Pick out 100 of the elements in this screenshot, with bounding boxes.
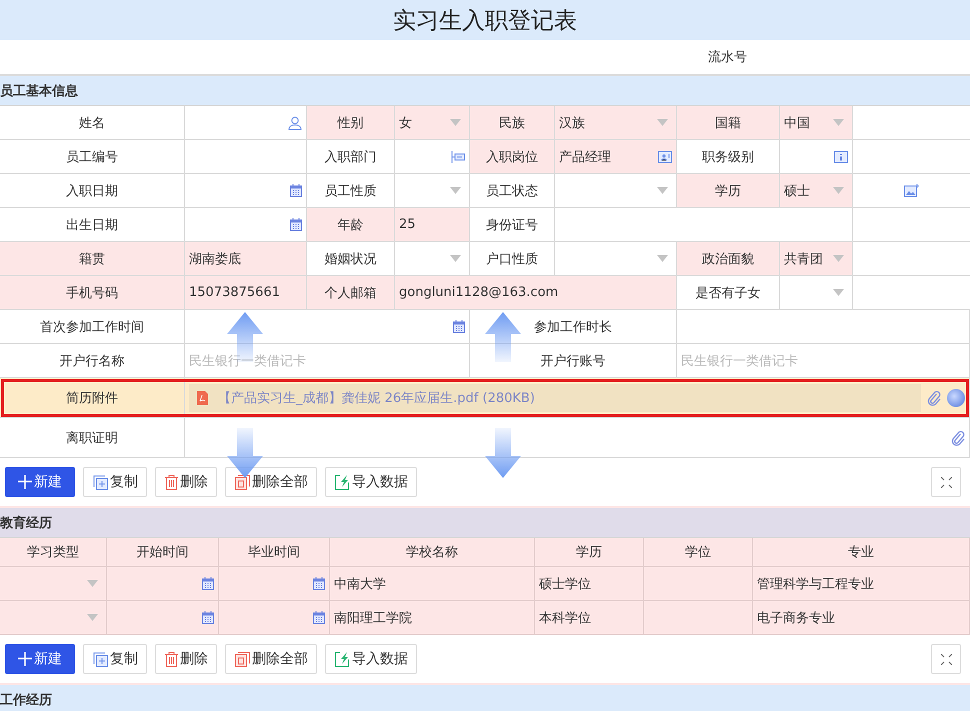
paperclip-icon[interactable]	[927, 390, 941, 406]
plus-icon	[18, 475, 32, 489]
dropdown-arrow-icon	[833, 255, 844, 262]
delete-button[interactable]: 删除	[155, 467, 217, 497]
calendar-icon	[202, 577, 214, 590]
dropdown-field[interactable]: 中国	[780, 106, 853, 140]
column-header: 毕业时间	[219, 538, 330, 567]
dropdown-arrow-icon	[833, 119, 844, 126]
input-field[interactable]: 管理科学与工程专业	[753, 567, 970, 601]
date-field[interactable]	[107, 567, 219, 601]
dropdown-arrow-icon	[450, 187, 461, 194]
pdf-icon	[197, 390, 208, 404]
form-title: 实习生入职登记表	[393, 6, 577, 36]
delete-button[interactable]: 删除	[155, 644, 217, 674]
dropdown-field[interactable]: 女	[395, 106, 470, 140]
date-field[interactable]	[107, 601, 219, 635]
trash-icon	[165, 474, 178, 490]
input-field[interactable]: 南阳理工学院	[330, 601, 535, 635]
field-label: 个人邮箱	[307, 276, 395, 310]
import-icon	[335, 652, 350, 666]
column-header: 开始时间	[107, 538, 219, 567]
input-field[interactable]	[677, 310, 970, 344]
input-field[interactable]	[185, 140, 307, 174]
dropdown-arrow-icon	[87, 580, 98, 587]
delete-all-button[interactable]: 删除全部	[225, 644, 317, 674]
date-field[interactable]	[185, 174, 307, 208]
dropdown-arrow-icon	[450, 119, 461, 126]
dropdown-arrow-icon	[657, 255, 668, 262]
input-field[interactable]: 25	[395, 208, 470, 242]
field-label: 入职部门	[307, 140, 395, 174]
input-field[interactable]: 中南大学	[330, 567, 535, 601]
dropdown-field[interactable]	[0, 601, 107, 635]
dropdown-field[interactable]	[0, 567, 107, 601]
column-header: 学历	[535, 538, 644, 567]
dropdown-field[interactable]: 共青团	[780, 242, 853, 276]
input-field[interactable]	[644, 601, 753, 635]
dropdown-arrow-icon	[657, 187, 668, 194]
field-label: 学历	[677, 174, 780, 208]
dropdown-field[interactable]: 硕士	[780, 174, 853, 208]
fullscreen-button[interactable]	[931, 467, 961, 497]
copy-button[interactable]: 复制	[83, 467, 147, 497]
field-label: 员工状态	[470, 174, 555, 208]
new-button[interactable]: 新建	[5, 467, 75, 497]
input-field[interactable]: 硕士学位	[535, 567, 644, 601]
expand-icon	[940, 654, 952, 664]
calendar-icon	[290, 218, 302, 231]
section-heading: 教育经历	[0, 514, 52, 532]
field-label: 入职日期	[0, 174, 185, 208]
dropdown-field[interactable]	[780, 276, 853, 310]
avatar-icon[interactable]	[947, 388, 965, 406]
column-header: 学位	[644, 538, 753, 567]
column-header: 专业	[753, 538, 970, 567]
field-label: 首次参加工作时间	[0, 310, 185, 344]
copy-icon	[93, 652, 108, 666]
org-icon	[451, 150, 465, 162]
field-label: 手机号码	[0, 276, 185, 310]
field-label: 民族	[470, 106, 555, 140]
field-label: 年龄	[307, 208, 395, 242]
input-field[interactable]: 电子商务专业	[753, 601, 970, 635]
field-label: 离职证明	[0, 418, 185, 458]
import-button[interactable]: 导入数据	[325, 644, 417, 674]
fullscreen-button[interactable]	[931, 644, 961, 674]
trash-icon	[235, 474, 250, 490]
paperclip-icon[interactable]	[951, 430, 965, 446]
input-field[interactable]: 本科学位	[535, 601, 644, 635]
plus-icon	[18, 652, 32, 666]
dropdown-arrow-icon	[87, 614, 98, 621]
field-label: 简历附件	[0, 378, 185, 418]
picker-field[interactable]: 产品经理	[555, 140, 677, 174]
field-label: 籍贯	[0, 242, 185, 276]
field-label: 姓名	[0, 106, 185, 140]
copy-button[interactable]: 复制	[83, 644, 147, 674]
calendar-icon	[202, 611, 214, 624]
input-field[interactable]	[644, 567, 753, 601]
serial-number-label: 流水号	[708, 49, 747, 66]
dropdown-field[interactable]: 汉族	[555, 106, 677, 140]
copy-icon	[93, 474, 108, 490]
import-button[interactable]: 导入数据	[325, 467, 417, 497]
date-field[interactable]	[219, 567, 330, 601]
column-header: 学习类型	[0, 538, 107, 567]
input-field[interactable]: gongluni1128@163.com	[395, 276, 677, 310]
calendar-icon	[290, 184, 302, 197]
dropdown-arrow-icon	[657, 119, 668, 126]
date-field[interactable]	[219, 601, 330, 635]
input-field[interactable]: 湖南娄底	[185, 242, 307, 276]
image-icon	[904, 184, 919, 197]
field-label: 入职岗位	[470, 140, 555, 174]
input-field[interactable]: 15073875661	[185, 276, 307, 310]
column-header: 学校名称	[330, 538, 535, 567]
calendar-icon	[313, 611, 325, 624]
info-icon	[834, 150, 848, 162]
new-button[interactable]: 新建	[5, 644, 75, 674]
dropdown-arrow-icon	[833, 187, 844, 194]
section-heading: 工作经历	[0, 692, 52, 708]
field-label: 是否有子女	[677, 276, 780, 310]
expand-icon	[940, 476, 952, 488]
delete-all-button[interactable]: 删除全部	[225, 467, 317, 497]
dropdown-arrow-icon	[450, 255, 461, 262]
trash-icon	[235, 652, 250, 666]
import-icon	[335, 474, 350, 490]
